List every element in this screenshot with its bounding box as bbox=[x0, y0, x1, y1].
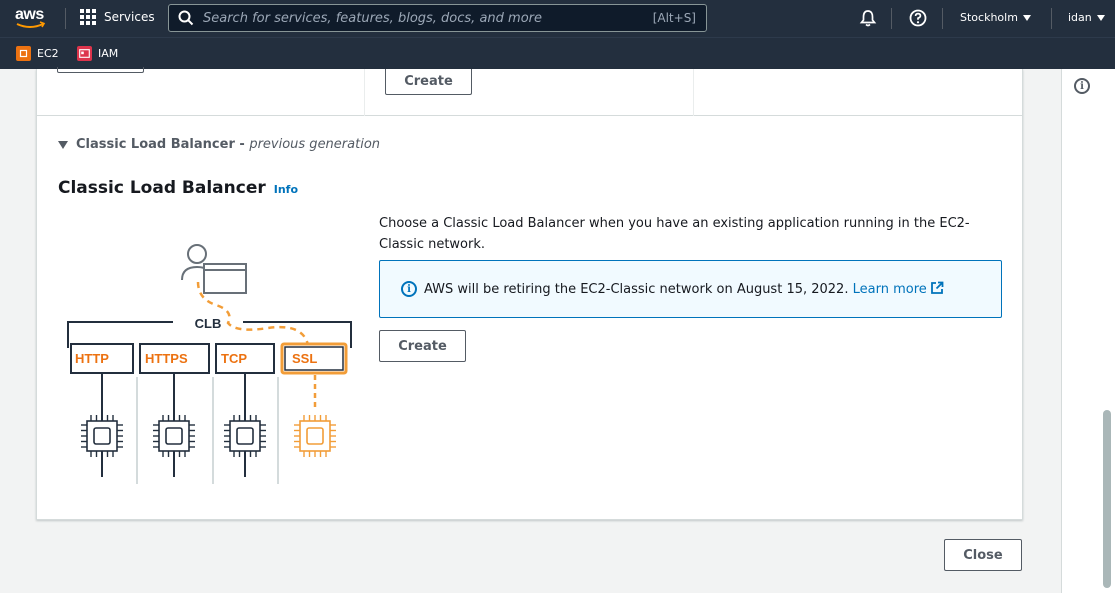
page-scrollbar[interactable] bbox=[1103, 410, 1111, 588]
account-menu[interactable]: idan bbox=[1068, 11, 1105, 24]
region-selector[interactable]: Stockholm bbox=[960, 11, 1031, 24]
create-clb-button[interactable]: Create bbox=[379, 330, 466, 362]
favorite-label: EC2 bbox=[37, 47, 59, 60]
clb-section-suffix: previous generation bbox=[249, 137, 381, 152]
protocol-label-http: HTTP bbox=[75, 351, 109, 366]
top-navigation: aws Services [Alt+S] Stockholm idan bbox=[0, 0, 1115, 37]
region-label: Stockholm bbox=[960, 11, 1018, 24]
services-label: Services bbox=[104, 10, 155, 24]
ec2-service-icon bbox=[16, 46, 31, 61]
nav-divider bbox=[65, 8, 66, 29]
protocol-label-tcp: TCP bbox=[221, 351, 247, 366]
protocol-label-https: HTTPS bbox=[145, 351, 188, 366]
aws-logo[interactable]: aws bbox=[14, 5, 48, 31]
info-link[interactable]: Info bbox=[274, 183, 298, 196]
info-panel-toggle-icon[interactable]: i bbox=[1074, 78, 1090, 94]
instance-chip-icon-active bbox=[294, 415, 336, 457]
iam-service-icon bbox=[77, 46, 92, 61]
clb-description: Choose a Classic Load Balancer when you … bbox=[379, 216, 970, 252]
favorites-bar: EC2 IAM bbox=[0, 37, 1115, 69]
create-network-lb-button[interactable]: Create bbox=[385, 69, 472, 95]
protocol-label-ssl: SSL bbox=[292, 351, 317, 366]
services-menu-button[interactable]: Services bbox=[80, 9, 155, 25]
clb-title: Classic Load Balancer bbox=[58, 178, 266, 198]
user-console-icon bbox=[181, 244, 247, 294]
search-bar[interactable]: [Alt+S] bbox=[168, 4, 707, 32]
search-icon bbox=[178, 10, 194, 26]
clb-title-row: Classic Load Balancer Info bbox=[58, 178, 298, 198]
instance-chip-icon bbox=[153, 415, 195, 457]
section-separator: - bbox=[234, 137, 250, 152]
favorite-ec2[interactable]: EC2 bbox=[16, 46, 59, 61]
clb-label: CLB bbox=[195, 316, 222, 331]
nav-divider bbox=[942, 8, 943, 29]
column-divider bbox=[364, 69, 365, 116]
info-icon: i bbox=[401, 281, 417, 297]
learn-more-label: Learn more bbox=[852, 282, 927, 297]
favorite-iam[interactable]: IAM bbox=[77, 46, 118, 61]
caret-down-icon bbox=[58, 140, 68, 149]
favorite-label: IAM bbox=[98, 47, 119, 60]
clb-expandable-header[interactable]: Classic Load Balancer - previous generat… bbox=[58, 137, 380, 152]
upper-options-row: Create bbox=[37, 67, 1022, 116]
alert-text: AWS will be retiring the EC2-Classic net… bbox=[424, 282, 849, 297]
ec2-classic-retirement-alert: i AWS will be retiring the EC2-Classic n… bbox=[379, 260, 1002, 318]
load-balancer-types-card: Create Classic Load Balancer - previous … bbox=[36, 67, 1023, 520]
nav-divider bbox=[1051, 8, 1052, 29]
clb-section-label: Classic Load Balancer bbox=[76, 137, 235, 152]
caret-down-icon bbox=[1022, 14, 1031, 21]
clb-diagram: CLB HTTP HTTPS TCP SSL bbox=[67, 244, 352, 484]
help-icon[interactable] bbox=[909, 9, 927, 27]
caret-down-icon bbox=[1096, 14, 1105, 21]
nav-divider bbox=[891, 8, 892, 29]
user-name: idan bbox=[1068, 11, 1092, 24]
instance-chip-icon bbox=[81, 415, 123, 457]
column-divider bbox=[693, 69, 694, 116]
learn-more-link[interactable]: Learn more bbox=[852, 281, 944, 297]
search-input[interactable] bbox=[203, 10, 653, 26]
close-button[interactable]: Close bbox=[944, 539, 1022, 571]
grid-icon bbox=[80, 9, 96, 25]
instance-chip-icon bbox=[224, 415, 266, 457]
aws-smile-icon bbox=[16, 21, 46, 28]
external-link-icon bbox=[930, 281, 944, 294]
search-shortcut: [Alt+S] bbox=[652, 11, 696, 25]
notifications-bell-icon[interactable] bbox=[859, 9, 877, 27]
cut-off-button[interactable] bbox=[57, 67, 144, 73]
